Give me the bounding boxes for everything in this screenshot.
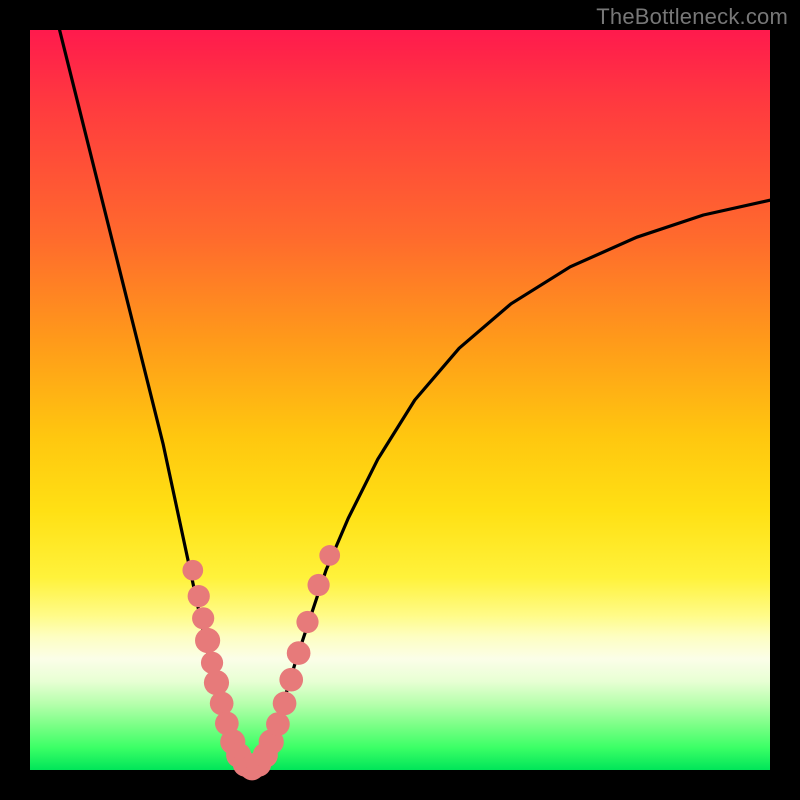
curve-marker xyxy=(308,574,330,596)
curve-marker xyxy=(273,692,297,716)
chart-frame: TheBottleneck.com xyxy=(0,0,800,800)
curve-marker xyxy=(296,611,318,633)
curve-marker xyxy=(319,545,340,566)
curve-marker xyxy=(192,607,214,629)
marker-group xyxy=(182,545,340,780)
curve-marker xyxy=(204,670,229,695)
curve-marker xyxy=(287,641,311,665)
curve-marker xyxy=(266,712,290,736)
curve-marker xyxy=(182,560,203,581)
curve-marker xyxy=(210,692,234,716)
curve-marker xyxy=(195,628,220,653)
curve-marker xyxy=(201,652,223,674)
watermark-text: TheBottleneck.com xyxy=(596,4,788,30)
curve-marker xyxy=(279,668,303,692)
curve-marker xyxy=(188,585,210,607)
chart-overlay-svg xyxy=(30,30,770,770)
bottleneck-curve xyxy=(60,30,770,770)
